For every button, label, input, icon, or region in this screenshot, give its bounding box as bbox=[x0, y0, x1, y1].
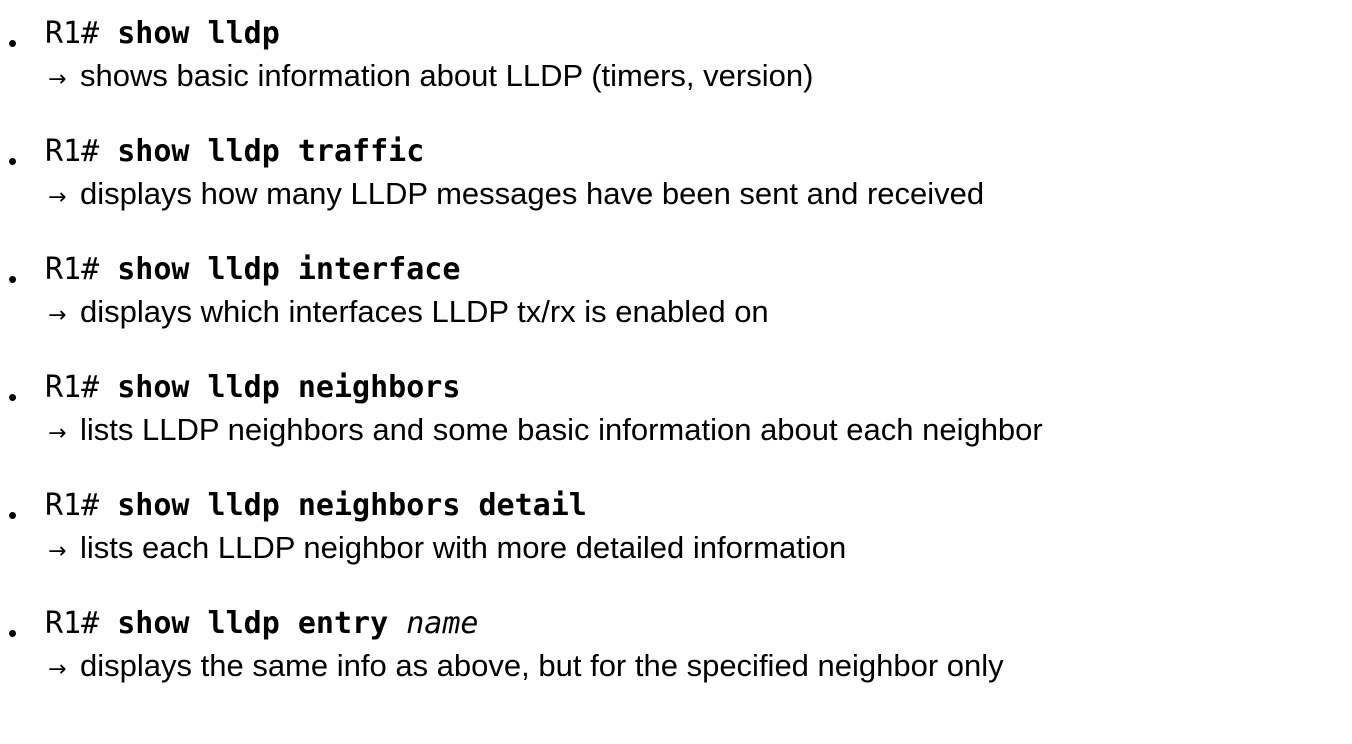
list-item: • R1# show lldp → shows basic information… bbox=[0, 12, 1352, 130]
description-line: → lists LLDP neighbors and some basic inf… bbox=[48, 410, 1043, 450]
bullet-icon: • bbox=[8, 28, 18, 58]
command-text: show lldp neighbors bbox=[117, 370, 461, 405]
command-text: show lldp entry bbox=[117, 606, 389, 641]
list-item: • R1# show lldp interface → displays whic… bbox=[0, 248, 1352, 366]
arrow-icon: → bbox=[48, 539, 67, 564]
description-text: displays how many LLDP messages have bee… bbox=[80, 176, 985, 211]
arrow-icon: → bbox=[48, 185, 67, 210]
command-list: • R1# show lldp → shows basic information… bbox=[0, 12, 1352, 720]
description-line: → displays the same info as above, but fo… bbox=[48, 646, 1004, 686]
list-item: • R1# show lldp neighbors detail → lists … bbox=[0, 484, 1352, 602]
command-text: show lldp traffic bbox=[117, 134, 425, 169]
prompt-text: R1# bbox=[45, 134, 118, 169]
description-text: displays which interfaces LLDP tx/rx is … bbox=[80, 294, 769, 329]
command-text: show lldp interface bbox=[117, 252, 461, 287]
description-text: shows basic information about LLDP (time… bbox=[80, 58, 814, 93]
command-line: R1# show lldp entry name bbox=[45, 602, 479, 646]
description-line: → displays how many LLDP messages have be… bbox=[48, 174, 984, 214]
command-line: R1# show lldp neighbors detail bbox=[45, 484, 587, 528]
description-text: lists LLDP neighbors and some basic info… bbox=[80, 412, 1043, 447]
prompt-text: R1# bbox=[45, 370, 118, 405]
arrow-icon: → bbox=[48, 303, 67, 328]
prompt-text: R1# bbox=[45, 606, 118, 641]
bullet-icon: • bbox=[8, 146, 18, 176]
prompt-text: R1# bbox=[45, 488, 118, 523]
bullet-icon: • bbox=[8, 382, 18, 412]
command-line: R1# show lldp traffic bbox=[45, 130, 424, 174]
command-line: R1# show lldp bbox=[45, 12, 280, 56]
description-line: → lists each LLDP neighbor with more deta… bbox=[48, 528, 846, 568]
bullet-icon: • bbox=[8, 500, 18, 530]
list-item: • R1# show lldp traffic → displays how ma… bbox=[0, 130, 1352, 248]
command-line: R1# show lldp neighbors bbox=[45, 366, 460, 410]
prompt-text: R1# bbox=[45, 16, 118, 51]
description-line: → shows basic information about LLDP (tim… bbox=[48, 56, 813, 96]
command-text: show lldp bbox=[117, 16, 280, 51]
list-item: • R1# show lldp neighbors → lists LLDP ne… bbox=[0, 366, 1352, 484]
bullet-icon: • bbox=[8, 264, 18, 294]
description-text: displays the same info as above, but for… bbox=[80, 648, 1004, 683]
bullet-icon: • bbox=[8, 618, 18, 648]
list-item: • R1# show lldp entry name → displays the… bbox=[0, 602, 1352, 720]
command-line: R1# show lldp interface bbox=[45, 248, 460, 292]
prompt-text: R1# bbox=[45, 252, 118, 287]
argument-text: name bbox=[406, 606, 479, 641]
arrow-icon: → bbox=[48, 421, 67, 446]
command-text: show lldp neighbors detail bbox=[117, 488, 587, 523]
arrow-icon: → bbox=[48, 67, 67, 92]
slide: • R1# show lldp → shows basic information… bbox=[0, 0, 1352, 744]
description-text: lists each LLDP neighbor with more detai… bbox=[80, 530, 847, 565]
arrow-icon: → bbox=[48, 657, 67, 682]
description-line: → displays which interfaces LLDP tx/rx is… bbox=[48, 292, 769, 332]
